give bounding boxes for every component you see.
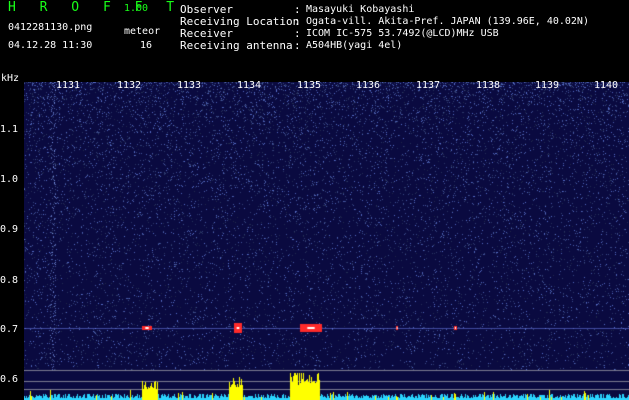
app-version: 1.00 <box>124 3 149 14</box>
x-tick-label: 1137 <box>416 80 441 91</box>
file-name: 0412281130.png <box>8 22 93 33</box>
x-tick-label: 1140 <box>594 80 619 91</box>
y-tick-label: 1.0 <box>0 174 19 185</box>
meta-value-antenna: A504HB(yagi 4el) <box>306 40 403 51</box>
meteor-label: meteor <box>124 26 161 37</box>
x-tick-label: 1136 <box>356 80 381 91</box>
y-tick-label: 0.8 <box>0 275 19 286</box>
meta-key-antenna: Receiving antenna <box>180 39 293 52</box>
spectrogram-canvas <box>24 82 629 400</box>
spectrogram-panel <box>24 82 629 400</box>
x-tick-label: 1133 <box>177 80 202 91</box>
y-tick-label: 0.7 <box>0 324 19 335</box>
app-title: H R O F F T <box>8 0 183 15</box>
meta-sep: : <box>294 39 301 52</box>
meteor-count: 16 <box>140 40 153 51</box>
hroft-window: H R O F F T 1.00 0412281130.png meteor 0… <box>0 0 629 400</box>
x-tick-label: 1138 <box>476 80 501 91</box>
x-tick-label: 1135 <box>297 80 322 91</box>
x-tick-label: 1132 <box>117 80 142 91</box>
x-tick-label: 1139 <box>535 80 560 91</box>
x-tick-label: 1134 <box>237 80 262 91</box>
y-tick-label: 0.6 <box>0 374 19 385</box>
x-tick-label: 1131 <box>56 80 81 91</box>
y-tick-label: 0.9 <box>0 224 19 235</box>
y-tick-label: 1.1 <box>0 124 19 135</box>
meta-value-location: Ogata-vill. Akita-Pref. JAPAN (139.96E, … <box>306 16 589 27</box>
y-axis-unit: kHz <box>1 73 20 84</box>
capture-datetime: 04.12.28 11:30 <box>8 40 93 51</box>
meta-value-receiver: ICOM IC-575 53.7492(@LCD)MHz USB <box>306 28 499 39</box>
meta-value-observer: Masayuki Kobayashi <box>306 4 415 15</box>
